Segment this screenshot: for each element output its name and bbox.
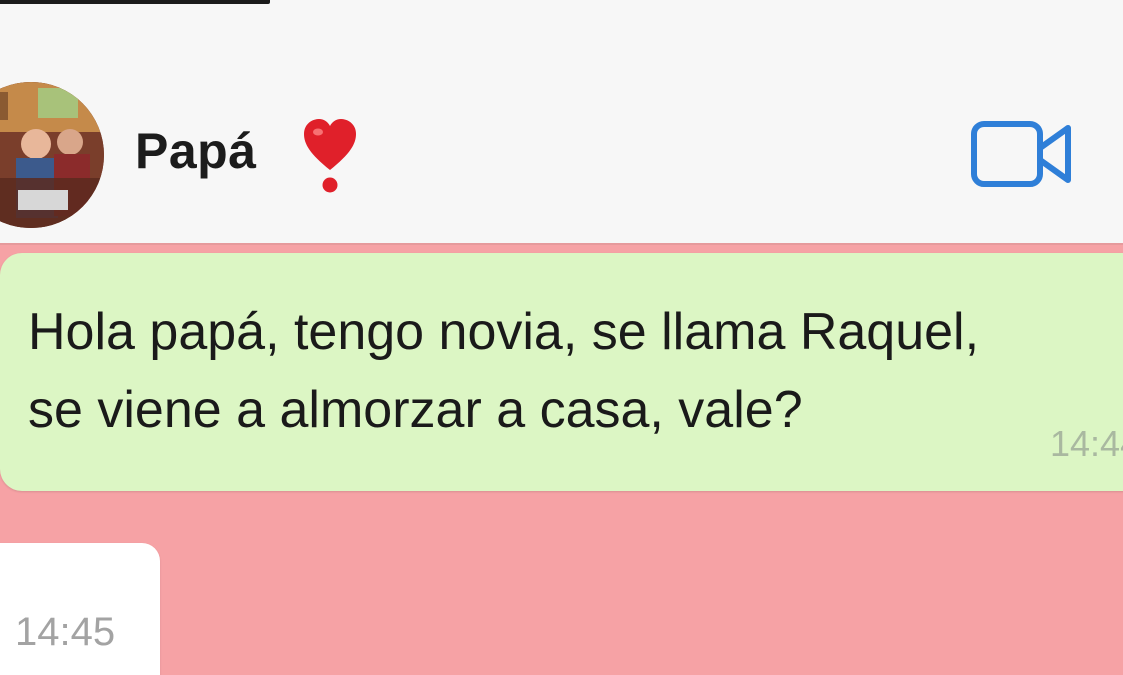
chat-area[interactable]: Hola papá, tengo novia, se llama Raquel,… <box>0 245 1123 675</box>
contact-name[interactable]: Papá <box>135 126 257 176</box>
outgoing-message-time: 14:44 <box>1050 423 1123 464</box>
status-bar <box>0 0 270 4</box>
outgoing-message-text: Hola papá, tengo novia, se llama Raquel,… <box>28 303 980 439</box>
video-call-button[interactable] <box>970 118 1075 190</box>
incoming-message-bubble[interactable]: 14:45 <box>0 543 160 675</box>
incoming-message-time: 14:45 <box>15 610 116 654</box>
avatar-photo <box>0 82 104 228</box>
outgoing-message-bubble[interactable]: Hola papá, tengo novia, se llama Raquel,… <box>0 253 1123 491</box>
heavy-heart-exclamation-icon <box>304 119 356 193</box>
avatar[interactable] <box>0 82 104 228</box>
chat-header: Papá <box>0 0 1123 245</box>
